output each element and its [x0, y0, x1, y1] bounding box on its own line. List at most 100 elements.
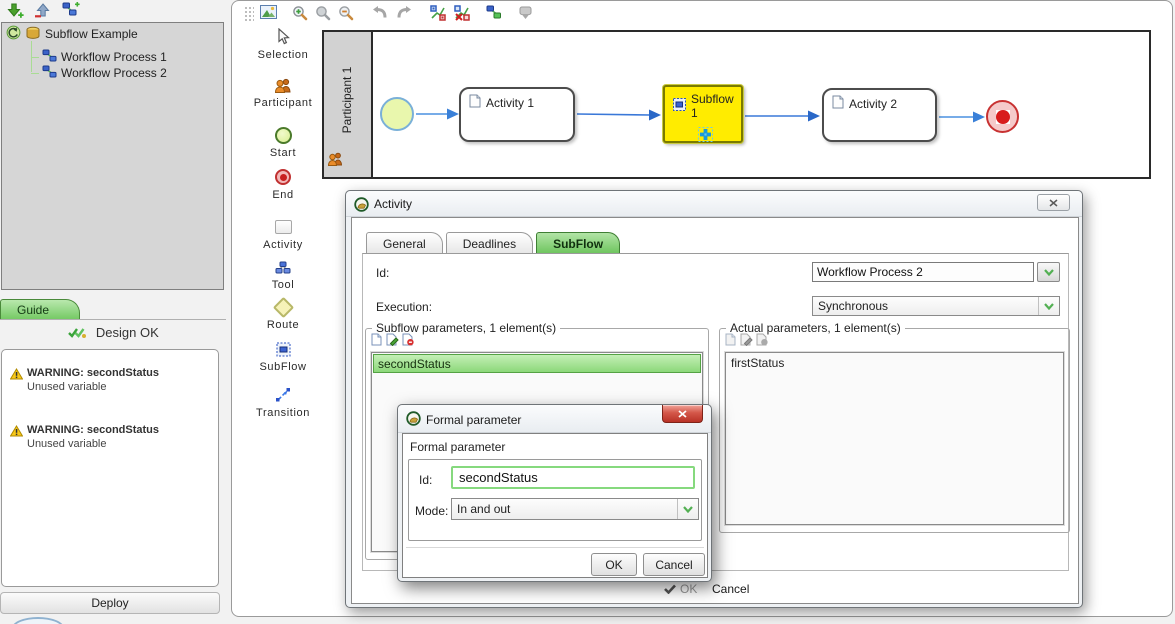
cursor-icon [240, 27, 326, 47]
delete-parameter-icon[interactable] [402, 333, 414, 351]
tab-guide[interactable]: Guide [0, 299, 80, 320]
validation-warning-list: WARNING: secondStatus Unused variable WA… [1, 349, 219, 587]
formal-cancel-button[interactable]: Cancel [643, 553, 705, 576]
palette-label: SubFlow [240, 361, 326, 373]
warning-icon [10, 368, 23, 380]
participant-lane[interactable]: Participant 1 Activity 1 [322, 30, 1151, 179]
palette-label: Activity [240, 239, 326, 251]
subflow1-node[interactable]: Subflow 1 [663, 85, 743, 143]
actual-parameters-group: Actual parameters, 1 element(s) firstSta… [719, 328, 1070, 533]
app-logo-icon [354, 197, 369, 215]
activity-dialog-titlebar[interactable]: Activity [346, 191, 1082, 217]
formal-id-input[interactable] [451, 466, 695, 489]
expand-subflow-icon[interactable] [698, 127, 713, 145]
id-dropdown-button[interactable] [1037, 262, 1060, 282]
mode-combobox[interactable]: In and out [451, 498, 699, 520]
palette-label: Start [240, 147, 326, 159]
tree-root-subflow-example[interactable]: Subflow Example [6, 26, 138, 42]
tool-icon [240, 257, 326, 277]
tree-connector [31, 73, 39, 74]
process-graph-icon[interactable] [486, 5, 504, 23]
export-image-icon[interactable] [260, 5, 278, 23]
subflow-icon [673, 98, 686, 114]
palette-end[interactable]: End [240, 167, 326, 201]
participant-label: Participant 1 [340, 50, 356, 150]
palette-label: Selection [240, 49, 326, 61]
activity-icon [240, 217, 326, 237]
activity1-node[interactable]: Activity 1 [459, 87, 575, 142]
show-xy-icon[interactable] [430, 5, 448, 23]
activity-dialog-title: Activity [374, 197, 412, 211]
deploy-button[interactable]: Deploy [0, 592, 220, 614]
activity-cancel-button[interactable]: Cancel [712, 582, 749, 596]
double-check-icon [67, 326, 88, 339]
edit-parameter-icon[interactable] [386, 333, 399, 351]
palette-start[interactable]: Start [240, 125, 326, 159]
close-icon[interactable] [1037, 194, 1070, 211]
formal-dialog-titlebar[interactable]: Formal parameter [398, 405, 711, 433]
toolbar-drag-handle[interactable] [244, 6, 254, 22]
warning-detail: Unused variable [27, 438, 210, 450]
remove-package-icon[interactable] [34, 2, 54, 19]
edit-parameter-icon-disabled [740, 333, 753, 351]
deploy-button-label: Deploy [91, 596, 128, 610]
tree-item-workflow-process-2[interactable]: Workflow Process 2 [42, 65, 167, 81]
formal-mode-label: Mode: [415, 504, 448, 518]
hide-xy-icon[interactable] [454, 5, 472, 23]
tree-item-workflow-process-1[interactable]: Workflow Process 1 [42, 49, 167, 65]
palette-tool[interactable]: Tool [240, 257, 326, 291]
tab-general[interactable]: General [366, 232, 443, 254]
undo-icon[interactable] [372, 5, 390, 23]
palette-label: End [240, 189, 326, 201]
formal-ok-button[interactable]: OK [591, 553, 637, 576]
new-parameter-icon[interactable] [371, 333, 383, 351]
actual-parameters-list[interactable]: firstStatus [725, 352, 1064, 525]
warning-item[interactable]: WARNING: secondStatus Unused variable [10, 424, 210, 450]
start-event-node[interactable] [380, 97, 414, 131]
new-process-icon[interactable] [62, 2, 82, 19]
activity2-label: Activity 2 [849, 97, 897, 111]
tree-expand-icon[interactable] [6, 25, 21, 43]
warning-title: WARNING: secondStatus [27, 367, 210, 379]
participant-icon [327, 152, 344, 171]
download-package-icon[interactable] [518, 5, 536, 23]
palette-activity[interactable]: Activity [240, 217, 326, 251]
activity-ok-button[interactable]: OK [664, 582, 697, 596]
zoom-in-icon[interactable] [292, 5, 310, 23]
add-package-icon[interactable] [6, 2, 26, 19]
subflow-id-field[interactable] [812, 262, 1034, 282]
app-logo-icon [406, 411, 421, 429]
palette-participant[interactable]: Participant [240, 75, 326, 109]
warning-item[interactable]: WARNING: secondStatus Unused variable [10, 367, 210, 393]
activity2-node[interactable]: Activity 2 [822, 88, 937, 142]
palette-transition[interactable]: Transition [240, 385, 326, 419]
close-icon[interactable] [662, 405, 703, 423]
zoom-default-icon[interactable] [315, 5, 333, 23]
execution-label: Execution: [376, 300, 432, 314]
list-item-firststatus[interactable]: firstStatus [727, 354, 1062, 373]
check-icon [664, 584, 676, 594]
chevron-down-icon [677, 499, 698, 519]
process-tree-panel: Subflow Example Workflow Process 1 Workf… [1, 22, 224, 290]
list-item-secondstatus[interactable]: secondStatus [373, 354, 701, 373]
zoom-out-icon[interactable] [338, 5, 356, 23]
formal-id-label: Id: [419, 473, 432, 487]
document-icon [469, 94, 481, 111]
divider [406, 547, 704, 548]
tree-root-label[interactable]: Subflow Example [45, 27, 138, 41]
execution-combobox[interactable]: Synchronous [812, 296, 1060, 316]
tab-subflow[interactable]: SubFlow [536, 232, 620, 254]
document-icon [832, 95, 844, 112]
redo-icon[interactable] [396, 5, 414, 23]
tree-item-label[interactable]: Workflow Process 1 [61, 50, 167, 64]
tree-item-label[interactable]: Workflow Process 2 [61, 66, 167, 80]
tab-deadlines[interactable]: Deadlines [446, 232, 533, 254]
end-event-node[interactable] [986, 100, 1019, 133]
participant-lane-header[interactable]: Participant 1 [324, 32, 373, 177]
palette-label: Route [240, 319, 326, 331]
id-label: Id: [376, 266, 389, 280]
palette-label: Participant [240, 97, 326, 109]
palette-route[interactable]: Route [240, 297, 326, 331]
palette-selection[interactable]: Selection [240, 27, 326, 61]
palette-subflow[interactable]: SubFlow [240, 339, 326, 373]
